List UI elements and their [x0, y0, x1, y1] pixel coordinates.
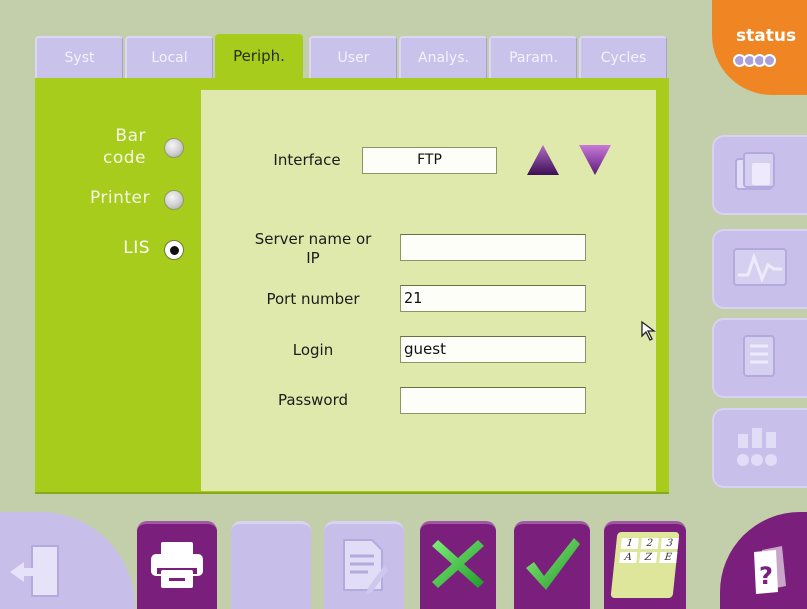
tab-local[interactable]: Local — [125, 36, 213, 80]
interface-value[interactable]: FTP — [362, 147, 497, 174]
password-field[interactable] — [400, 387, 586, 414]
print-button[interactable] — [137, 521, 217, 609]
arrow-down-icon[interactable] — [577, 143, 613, 177]
lis-label: LIS — [123, 238, 150, 258]
interface-label: Interface — [273, 151, 341, 169]
graph-button[interactable] — [712, 229, 807, 309]
settings-screen: Syst Local Periph. User Analys. Param. C… — [0, 0, 807, 609]
tab-cycles[interactable]: Cycles — [579, 36, 667, 80]
tab-syst[interactable]: Syst — [35, 36, 123, 80]
key-a: A — [619, 552, 638, 563]
status-button[interactable] — [712, 0, 807, 95]
samples-icon — [737, 428, 777, 466]
keyboard-button[interactable]: 1 2 3 A Z E — [604, 521, 686, 609]
help-symbol: ? — [759, 562, 773, 590]
server-label-line2: IP — [306, 249, 320, 267]
document-icon — [743, 335, 775, 377]
folder-button[interactable] — [712, 135, 807, 215]
lis-radio[interactable] — [164, 240, 184, 260]
key-1: 1 — [620, 538, 639, 549]
arrow-up-icon[interactable] — [525, 143, 561, 177]
server-field[interactable] — [400, 234, 586, 261]
blank-button[interactable] — [231, 521, 311, 609]
barcode-radio[interactable] — [164, 138, 184, 158]
tab-param[interactable]: Param. — [489, 36, 577, 80]
edit-document-icon — [343, 539, 388, 594]
server-label-line1: Server name or — [254, 230, 372, 248]
samples-button[interactable] — [712, 408, 807, 488]
close-icon — [432, 540, 484, 588]
barcode-label-line2: code — [103, 148, 146, 168]
key-3: 3 — [660, 538, 679, 549]
printer-label: Printer — [89, 188, 150, 208]
printer-radio[interactable] — [164, 190, 184, 210]
exit-button[interactable] — [0, 512, 135, 609]
barcode-label-line1: Bar — [115, 126, 146, 146]
login-label: Login — [292, 341, 334, 359]
exit-door-icon — [10, 545, 59, 597]
key-e: E — [659, 552, 678, 563]
key-2: 2 — [640, 538, 659, 549]
help-button[interactable]: ? — [720, 512, 807, 609]
tab-user[interactable]: User — [309, 36, 397, 80]
port-label: Port number — [266, 290, 360, 308]
printer-icon — [151, 542, 203, 588]
document-button[interactable] — [712, 318, 807, 398]
tab-periph[interactable]: Periph. — [215, 34, 303, 84]
key-z: Z — [639, 552, 658, 563]
status-label: status — [736, 26, 797, 46]
graph-icon — [733, 248, 787, 286]
status-indicator — [733, 52, 776, 71]
cancel-button[interactable] — [420, 521, 496, 609]
edit-report-button[interactable] — [324, 521, 404, 609]
tab-analys[interactable]: Analys. — [399, 36, 487, 80]
help-icon: ? — [754, 546, 786, 594]
password-label: Password — [277, 391, 349, 409]
login-field[interactable]: guest — [400, 336, 586, 363]
keyboard-icon: 1 2 3 A Z E — [610, 532, 680, 598]
confirm-button[interactable] — [514, 521, 590, 609]
cursor-icon — [640, 320, 660, 342]
folder-icon — [735, 152, 775, 190]
port-field[interactable]: 21 — [400, 285, 586, 312]
checkmark-icon — [526, 538, 580, 590]
